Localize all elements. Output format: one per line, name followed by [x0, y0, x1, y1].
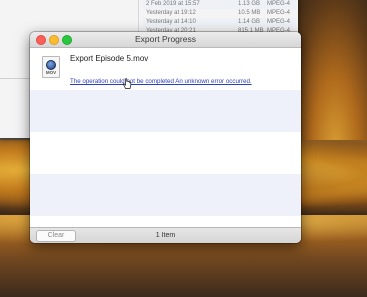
title-bar[interactable]: Export Progress [30, 32, 301, 48]
file-size: 1.14 GB [238, 19, 261, 25]
file-list: 2 Feb 2019 at 15:57 1.13 GB MPEG-4 Yeste… [143, 0, 296, 36]
file-size: 10.5 MB [238, 10, 261, 16]
file-row[interactable]: 2 Feb 2019 at 15:57 1.13 GB MPEG-4 [143, 0, 296, 9]
export-error-link[interactable]: The operation could not be completed An … [70, 78, 252, 85]
clear-button[interactable]: Clear [36, 230, 76, 242]
file-size: 1.13 GB [238, 1, 261, 7]
list-stripe [30, 90, 301, 132]
file-kind: MPEG-4 [267, 19, 291, 25]
file-kind: MPEG-4 [267, 1, 291, 7]
file-date: Yesterday at 14:10 [146, 19, 196, 25]
file-row[interactable]: Yesterday at 19:12 10.5 MB MPEG-4 [143, 9, 296, 18]
export-progress-window: Export Progress MOV Export Episode 5.mov… [30, 32, 301, 243]
mov-file-icon: MOV [42, 56, 60, 78]
minimize-button[interactable] [49, 35, 59, 45]
export-list: MOV Export Episode 5.mov The operation c… [30, 48, 301, 227]
file-date: Yesterday at 19:12 [146, 10, 196, 16]
file-type-label: MOV [45, 70, 57, 75]
export-item-row[interactable]: MOV Export Episode 5.mov The operation c… [30, 48, 301, 90]
file-date: 2 Feb 2019 at 15:57 [146, 1, 200, 7]
list-stripe [30, 174, 301, 216]
pointer-cursor-icon [122, 78, 132, 89]
close-button[interactable] [36, 35, 46, 45]
sidebar-divider [0, 78, 30, 79]
file-row[interactable]: Yesterday at 14:10 1.14 GB MPEG-4 [143, 18, 296, 27]
export-item-name: Export Episode 5.mov [70, 54, 149, 63]
quicktime-icon [46, 60, 56, 70]
file-kind: MPEG-4 [267, 10, 291, 16]
zoom-button[interactable] [62, 35, 72, 45]
bottom-bar: 1 Item Clear [30, 227, 301, 243]
